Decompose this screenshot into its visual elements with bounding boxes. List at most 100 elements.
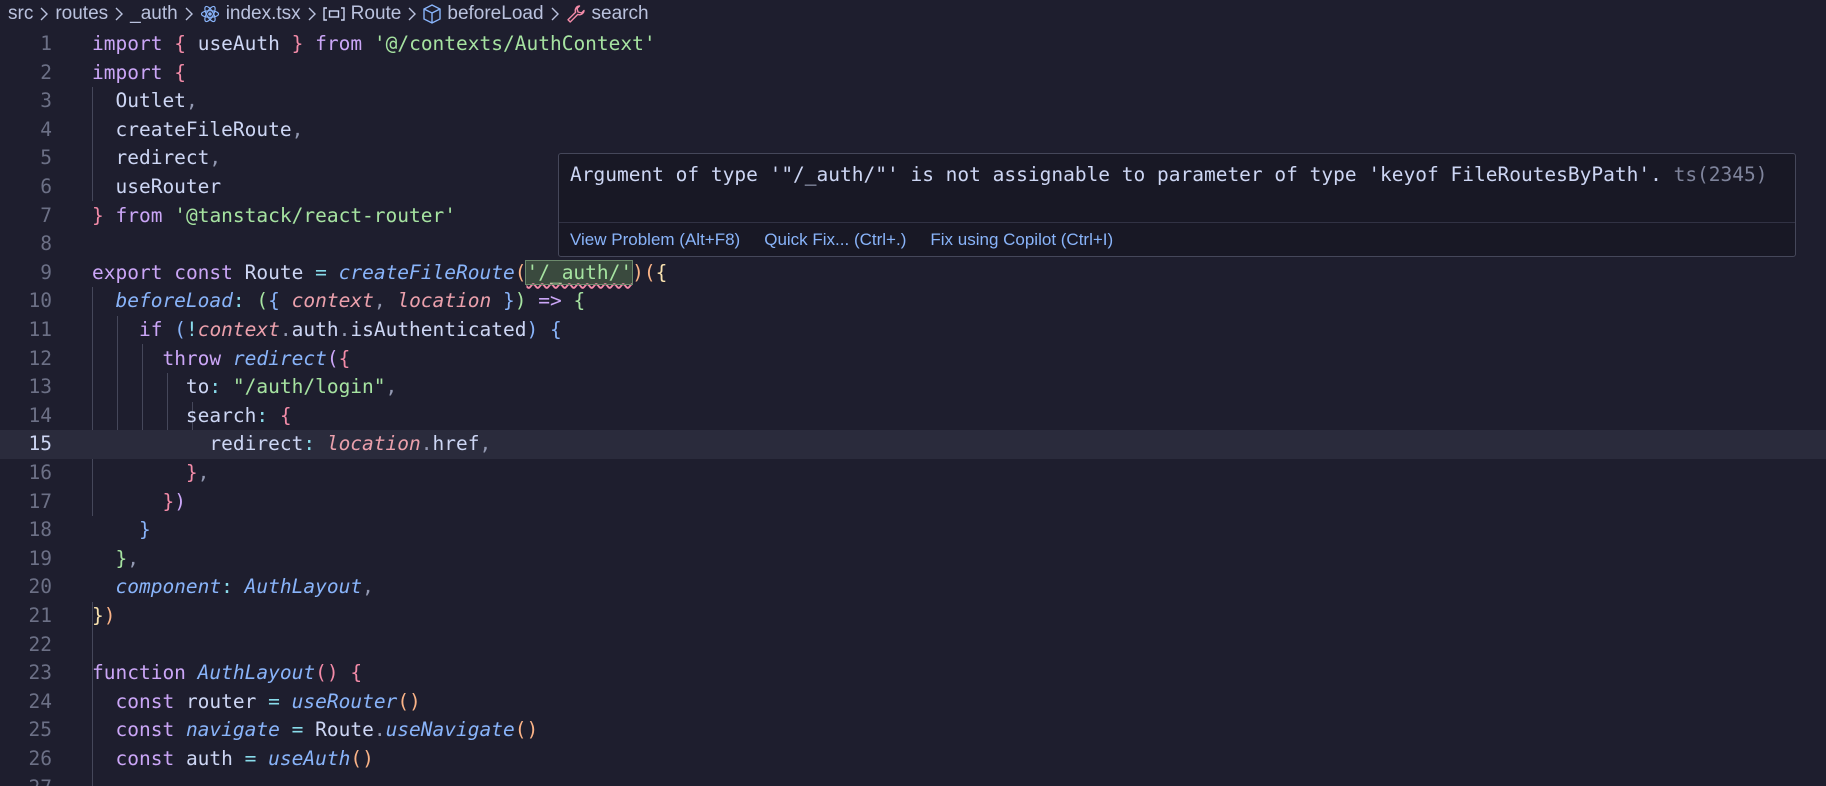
- fix-using-copilot-link[interactable]: Fix using Copilot (Ctrl+I): [930, 230, 1113, 250]
- view-problem-link[interactable]: View Problem (Alt+F8): [570, 230, 740, 250]
- diagnostic-message-text: Argument of type '"/_auth/"' is not assi…: [570, 163, 1662, 186]
- code-line[interactable]: 19 },: [0, 545, 1826, 574]
- line-number: 10: [28, 289, 52, 313]
- breadcrumb-item-file[interactable]: index.tsx: [200, 3, 301, 25]
- breadcrumb-item-route[interactable]: Route: [322, 3, 402, 25]
- line-number: 9: [40, 260, 52, 284]
- code-editor[interactable]: 1 import { useAuth } from '@/contexts/Au…: [0, 30, 1826, 786]
- code-line[interactable]: 21 }): [0, 602, 1826, 631]
- code-text: import {: [92, 60, 186, 84]
- chevron-right-icon: [184, 7, 194, 21]
- code-text: beforeLoad: ({ context, location }) => {: [115, 289, 586, 313]
- line-number: 21: [28, 604, 52, 627]
- breadcrumb-item-routes[interactable]: routes: [55, 3, 108, 25]
- line-number: 19: [28, 546, 52, 570]
- code-text: redirect: location.href,: [209, 432, 492, 456]
- code-text: search: {: [185, 403, 292, 427]
- line-number: 27: [0, 774, 52, 786]
- diagnostic-message: Argument of type '"/_auth/"' is not assi…: [570, 161, 1770, 190]
- code-text: const auth = useAuth(): [115, 747, 374, 770]
- code-line[interactable]: 27: [0, 774, 1826, 786]
- code-line[interactable]: 25 const navigate = Route.useNavigate(): [0, 716, 1826, 745]
- breadcrumb-label: _auth: [130, 3, 178, 24]
- line-number: 17: [28, 489, 52, 513]
- line-number: 20: [28, 575, 52, 599]
- code-line[interactable]: 10 beforeLoad: ({ context, location }) =…: [0, 287, 1826, 316]
- code-text: useRouter: [115, 175, 222, 198]
- code-text: redirect,: [115, 146, 222, 170]
- code-line[interactable]: 24 const router = useRouter(): [0, 688, 1826, 717]
- code-line[interactable]: 1 import { useAuth } from '@/contexts/Au…: [0, 30, 1826, 59]
- code-line[interactable]: 3 Outlet,: [0, 87, 1826, 116]
- code-line[interactable]: 13 to: "/auth/login",: [0, 373, 1826, 402]
- line-number: 8: [40, 232, 52, 256]
- line-number: 16: [28, 461, 52, 484]
- breadcrumb: src routes _auth index.tsx Route beforeL…: [0, 0, 1826, 28]
- react-icon: [200, 4, 220, 24]
- line-number: 25: [28, 718, 52, 742]
- code-line[interactable]: 2 import {: [0, 59, 1826, 88]
- line-number: 12: [28, 346, 52, 370]
- method-cube-icon: [423, 4, 442, 24]
- code-text: function AuthLayout() {: [92, 661, 363, 685]
- code-text: },: [115, 546, 139, 570]
- line-number: 5: [40, 146, 52, 170]
- line-number: 13: [28, 375, 52, 399]
- breadcrumb-label: search: [591, 3, 649, 24]
- code-text: Outlet,: [115, 89, 198, 113]
- breadcrumb-item-beforeload[interactable]: beforeLoad: [423, 3, 544, 25]
- code-text: throw redirect({: [162, 346, 351, 370]
- chevron-right-icon: [39, 7, 49, 21]
- line-number: 14: [28, 403, 52, 427]
- code-text: component: AuthLayout,: [115, 575, 374, 599]
- line-number: 4: [40, 117, 52, 141]
- line-number: 26: [28, 747, 52, 770]
- wrench-icon: [566, 4, 586, 24]
- line-number: 24: [28, 689, 52, 713]
- breadcrumb-label: index.tsx: [225, 3, 301, 24]
- code-text: createFileRoute,: [115, 117, 304, 141]
- code-line[interactable]: 14 search: {: [0, 402, 1826, 431]
- line-number: 15: [28, 432, 52, 456]
- error-squiggle-string: '/_auth/': [525, 259, 634, 285]
- code-line[interactable]: 4 createFileRoute,: [0, 116, 1826, 145]
- variable-icon: [322, 6, 345, 22]
- code-line[interactable]: 22: [0, 631, 1826, 660]
- code-line[interactable]: 12 throw redirect({: [0, 345, 1826, 374]
- code-text: } from '@tanstack/react-router': [92, 203, 456, 227]
- diagnostic-code: ts(2345): [1673, 163, 1768, 186]
- code-line[interactable]: 11 if (!context.auth.isAuthenticated) {: [0, 316, 1826, 345]
- code-text: import { useAuth } from '@/contexts/Auth…: [92, 32, 656, 55]
- breadcrumb-label: Route: [350, 3, 402, 24]
- breadcrumb-item-search[interactable]: search: [566, 3, 649, 25]
- chevron-right-icon: [114, 7, 124, 21]
- line-number: 7: [40, 203, 52, 227]
- code-line[interactable]: 9 export const Route = createFileRoute('…: [0, 259, 1826, 288]
- breadcrumb-label: src: [8, 3, 34, 24]
- chevron-right-icon: [307, 7, 317, 21]
- code-text: export const Route = createFileRoute('/_…: [92, 259, 668, 285]
- code-line[interactable]: 16 },: [0, 459, 1826, 488]
- chevron-right-icon: [550, 7, 560, 21]
- line-number: 22: [28, 632, 52, 656]
- code-line[interactable]: 23 function AuthLayout() {: [0, 659, 1826, 688]
- line-number: 3: [40, 89, 52, 113]
- line-number: 2: [40, 60, 52, 84]
- diagnostic-actions: View Problem (Alt+F8) Quick Fix... (Ctrl…: [559, 222, 1795, 257]
- code-text: }): [162, 489, 186, 513]
- code-line[interactable]: 20 component: AuthLayout,: [0, 573, 1826, 602]
- quick-fix-link[interactable]: Quick Fix... (Ctrl+.): [764, 230, 906, 250]
- code-text: }: [138, 518, 151, 542]
- diagnostic-hover: Argument of type '"/_auth/"' is not assi…: [558, 153, 1796, 257]
- code-line[interactable]: 17 }): [0, 488, 1826, 517]
- code-line[interactable]: 26 const auth = useAuth(): [0, 745, 1826, 774]
- breadcrumb-label: routes: [55, 3, 109, 24]
- breadcrumb-item-auth[interactable]: _auth: [130, 3, 178, 25]
- code-line-active[interactable]: 15 redirect: location.href,: [0, 430, 1826, 459]
- chevron-right-icon: [407, 7, 417, 21]
- code-text: const router = useRouter(): [115, 689, 421, 713]
- code-text: const navigate = Route.useNavigate(): [115, 718, 539, 742]
- code-text: if (!context.auth.isAuthenticated) {: [138, 318, 562, 341]
- breadcrumb-item-src[interactable]: src: [8, 3, 33, 25]
- code-line[interactable]: 18 }: [0, 516, 1826, 545]
